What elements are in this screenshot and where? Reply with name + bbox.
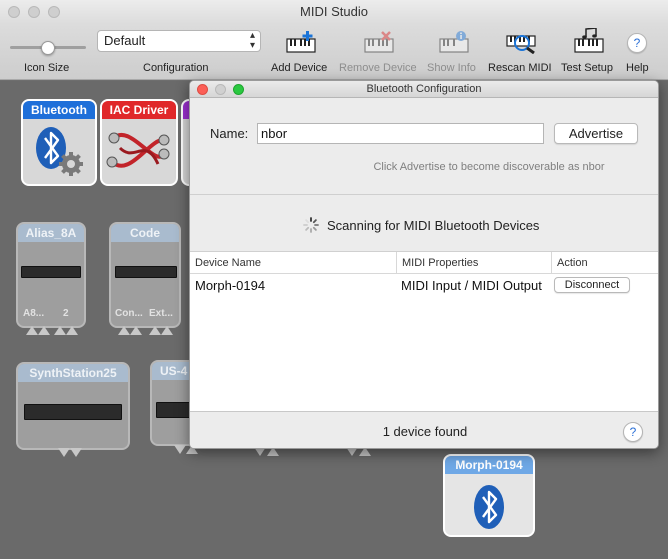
device-label: IAC Driver [102, 101, 176, 119]
hardware-rack-icon [24, 404, 122, 420]
show-info-label[interactable]: Show Info [427, 62, 476, 74]
device-morph-0194[interactable]: Morph-0194 [443, 454, 535, 537]
panel-minimize-button[interactable] [215, 84, 226, 95]
midi-properties-cell: MIDI Input / MIDI Output [401, 278, 542, 293]
remove-device-button[interactable] [364, 30, 394, 59]
scanning-status: Scanning for MIDI Bluetooth Devices [327, 218, 540, 233]
port-triangle[interactable] [66, 326, 78, 335]
spinner-icon [303, 217, 319, 233]
minimize-window-button[interactable] [28, 6, 40, 18]
remove-device-label[interactable]: Remove Device [339, 62, 417, 74]
test-setup-label[interactable]: Test Setup [561, 62, 613, 74]
add-device-label[interactable]: Add Device [271, 62, 327, 74]
test-setup-button[interactable] [574, 27, 604, 59]
configuration-label: Configuration [143, 62, 209, 74]
bluetooth-gear-icon [36, 127, 83, 176]
device-code[interactable]: Code Con... Ext... [109, 222, 181, 328]
show-info-button[interactable] [439, 30, 469, 59]
port-triangle[interactable] [149, 326, 161, 335]
panel-title-bar: Bluetooth Configuration [190, 81, 658, 98]
port-triangle[interactable] [38, 326, 50, 335]
keyboard-notes-icon [574, 27, 604, 53]
port-triangle[interactable] [70, 448, 82, 457]
port-label: 2 [63, 308, 69, 319]
column-header-midi-properties[interactable]: MIDI Properties [397, 252, 552, 274]
bluetooth-configuration-panel: Bluetooth Configuration Name: Advertise … [189, 80, 659, 449]
advertise-button[interactable]: Advertise [554, 123, 638, 144]
port-triangle[interactable] [54, 326, 66, 335]
device-label: SynthStation25 [18, 364, 128, 382]
panel-close-button[interactable] [197, 84, 208, 95]
slider-knob[interactable] [41, 41, 55, 55]
device-label: Morph-0194 [445, 456, 533, 474]
table-row[interactable]: Morph-0194 MIDI Input / MIDI Output Disc… [190, 274, 658, 296]
device-iac-driver[interactable]: IAC Driver [100, 99, 178, 186]
panel-help-button[interactable]: ? [623, 422, 643, 442]
icon-size-slider[interactable] [10, 41, 86, 55]
hardware-rack-icon [21, 266, 81, 278]
port-triangle[interactable] [118, 326, 130, 335]
rescan-midi-label[interactable]: Rescan MIDI [488, 62, 552, 74]
configuration-value: Default [104, 33, 146, 48]
panel-title: Bluetooth Configuration [366, 83, 482, 95]
port-triangle[interactable] [58, 448, 70, 457]
disconnect-button[interactable]: Disconnect [554, 277, 630, 293]
rescan-midi-icon [506, 35, 536, 55]
help-label[interactable]: Help [626, 62, 649, 74]
advertise-hint: Click Advertise to become discoverable a… [373, 161, 605, 173]
device-name-cell: Morph-0194 [195, 278, 266, 293]
keyboard-add-icon [286, 31, 316, 53]
name-label: Name: [210, 126, 249, 141]
hardware-rack-icon [115, 266, 177, 278]
column-header-device-name[interactable]: Device Name [190, 252, 397, 274]
port-label: A8... [23, 308, 45, 319]
configuration-select[interactable]: Default ▴ ▾ [97, 30, 261, 52]
keyboard-info-icon [439, 31, 469, 53]
toolbar: Icon Size Default ▴ ▾ Configuration Add D… [0, 24, 668, 80]
window-title: MIDI Studio [300, 4, 368, 19]
port-label: Ext... [149, 308, 173, 319]
device-alias-8a[interactable]: Alias_8A A8... 2 [16, 222, 86, 328]
panel-footer: 1 device found ? [190, 411, 658, 448]
iac-cables-icon [106, 132, 170, 168]
device-label: Code [111, 224, 179, 242]
name-input[interactable] [257, 123, 544, 144]
close-window-button[interactable] [8, 6, 20, 18]
help-button[interactable]: ? [627, 33, 647, 53]
keyboard-remove-icon [364, 31, 394, 53]
device-label: Alias_8A [18, 224, 84, 242]
port-label: Con... [115, 308, 143, 319]
column-header-action[interactable]: Action [552, 252, 658, 274]
bluetooth-icon [474, 485, 504, 529]
port-triangle[interactable] [174, 445, 186, 454]
icon-size-label: Icon Size [24, 62, 70, 74]
add-device-button[interactable] [286, 30, 316, 59]
chevron-updown-icon: ▴ ▾ [249, 30, 255, 51]
port-triangle[interactable] [161, 326, 173, 335]
rescan-midi-button[interactable] [505, 30, 539, 59]
device-label: Bluetooth [23, 101, 95, 119]
device-bluetooth[interactable]: Bluetooth [21, 99, 97, 186]
panel-zoom-button[interactable] [233, 84, 244, 95]
zoom-window-button[interactable] [48, 6, 60, 18]
port-triangle[interactable] [26, 326, 38, 335]
port-triangle[interactable] [130, 326, 142, 335]
title-bar: MIDI Studio [0, 0, 668, 24]
device-table: Device Name MIDI Properties Action Morph… [190, 251, 658, 411]
device-synthstation25[interactable]: SynthStation25 [16, 362, 130, 450]
divider [190, 194, 658, 195]
device-count: 1 device found [382, 424, 468, 439]
